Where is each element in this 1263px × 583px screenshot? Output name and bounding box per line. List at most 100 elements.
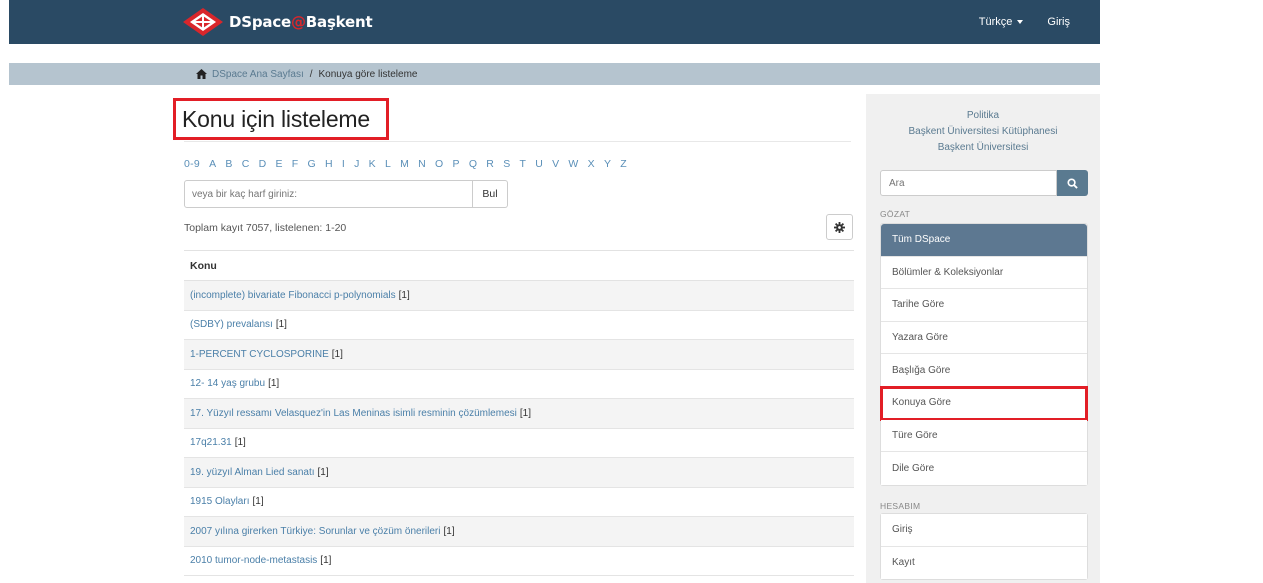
letter-link[interactable]: S (503, 158, 510, 170)
alphabet-filter: 0-9 A B C D E F G H I J K L M N O P Q R S T U V W X Y Z (184, 158, 627, 170)
letter-link[interactable]: Z (620, 158, 627, 170)
sidebar-search-button[interactable] (1057, 170, 1088, 196)
subject-link[interactable]: 1915 Olayları (190, 496, 249, 507)
page-title: Konu için listeleme (182, 105, 370, 132)
login-link[interactable]: Giriş (1047, 16, 1070, 28)
baskent-logo-icon (183, 8, 223, 36)
letter-link[interactable]: C (242, 158, 250, 170)
result-summary: Toplam kayıt 7057, listelenen: 1-20 (184, 222, 347, 234)
breadcrumb-bar: DSpace Ana Sayfası / Konuya göre listele… (9, 63, 1100, 85)
sidebar-search-input[interactable] (880, 170, 1057, 196)
subject-count: [1] (519, 407, 531, 419)
letter-link[interactable]: E (275, 158, 282, 170)
search-icon (1067, 177, 1078, 189)
subject-count: [1] (320, 555, 332, 567)
subject-search-form: Bul (184, 180, 508, 208)
letter-link[interactable]: 0-9 (184, 158, 200, 170)
subject-link[interactable]: 2010 tumor-node-metastasis (190, 555, 317, 566)
university-link[interactable]: Başkent Üniversitesi (866, 140, 1100, 156)
table-row: 2010 tumor-node-metastasis [1] (184, 547, 854, 576)
subject-count: [1] (317, 466, 329, 478)
subject-count: [1] (252, 496, 264, 508)
language-dropdown[interactable]: Türkçe (979, 16, 1024, 28)
subject-link[interactable]: 1-PERCENT CYCLOSPORINE (190, 349, 329, 360)
account-list: Giriş Kayıt (880, 513, 1088, 581)
account-item[interactable]: Giriş (881, 514, 1087, 547)
subject-link[interactable]: (incomplete) bivariate Fibonacci p-polyn… (190, 290, 396, 301)
subject-link[interactable]: 19. yüzyıl Alman Lied sanatı (190, 467, 315, 478)
brand-logo-link[interactable]: DSpace@Başkent (183, 7, 373, 37)
subject-count: [1] (398, 289, 410, 301)
letter-link[interactable]: G (308, 158, 316, 170)
caret-down-icon (1017, 20, 1024, 25)
subject-link[interactable]: 2007 yılına girerken Türkiye: Sorunlar v… (190, 526, 441, 537)
brand-at-sign: @ (290, 13, 306, 31)
letter-link[interactable]: H (325, 158, 333, 170)
table-row: 2007 yılına girerken Türkiye: Sorunlar v… (184, 517, 854, 547)
browse-item[interactable]: Bölümler & Koleksiyonlar (881, 256, 1087, 290)
browse-item[interactable]: Konuya Göre (880, 385, 1088, 421)
subject-table: Konu (incomplete) bivariate Fibonacci p-… (184, 250, 854, 576)
library-link[interactable]: Başkent Üniversitesi Kütüphanesi (866, 124, 1100, 140)
subject-link[interactable]: (SDBY) prevalansı (190, 319, 273, 330)
sidebar: Politika Başkent Üniversitesi Kütüphanes… (866, 94, 1100, 583)
subject-link[interactable]: 12- 14 yaş grubu (190, 378, 265, 389)
breadcrumb-current: Konuya göre listeleme (318, 68, 418, 80)
browse-item[interactable]: Tüm DSpace (881, 224, 1087, 257)
policy-block: Politika Başkent Üniversitesi Kütüphanes… (866, 108, 1100, 156)
letter-link[interactable]: A (209, 158, 216, 170)
letter-link[interactable]: V (552, 158, 559, 170)
table-row: 1-PERCENT CYCLOSPORINE [1] (184, 340, 854, 370)
letter-link[interactable]: L (385, 158, 391, 170)
breadcrumb-separator: / (309, 68, 313, 80)
letter-link[interactable]: X (588, 158, 595, 170)
page-title-highlight: Konu için listeleme (173, 98, 389, 140)
gear-icon (834, 221, 845, 233)
table-row: 12- 14 yaş grubu [1] (184, 370, 854, 399)
letter-link[interactable]: Y (604, 158, 611, 170)
letter-link[interactable]: N (418, 158, 426, 170)
table-row: 1915 Olayları [1] (184, 488, 854, 517)
subject-count: [1] (443, 525, 455, 537)
letter-link[interactable]: F (292, 158, 299, 170)
table-row: 17q21.31 [1] (184, 429, 854, 458)
settings-button[interactable] (826, 214, 853, 240)
browse-item[interactable]: Tarihe Göre (881, 289, 1087, 322)
letter-link[interactable]: W (568, 158, 578, 170)
browse-item[interactable]: Yazara Göre (881, 321, 1087, 355)
browse-item[interactable]: Türe Göre (881, 419, 1087, 453)
letter-link[interactable]: M (400, 158, 409, 170)
find-button[interactable]: Bul (473, 180, 508, 208)
letter-link[interactable]: I (342, 158, 345, 170)
brand-name: DSpace@Başkent (229, 13, 373, 31)
browse-item[interactable]: Başlığa Göre (881, 354, 1087, 387)
subject-link[interactable]: 17q21.31 (190, 437, 232, 448)
top-navbar: DSpace@Başkent Türkçe Giriş (9, 0, 1100, 44)
policy-link[interactable]: Politika (866, 108, 1100, 124)
browse-item[interactable]: Dile Göre (881, 452, 1087, 485)
letter-link[interactable]: U (535, 158, 543, 170)
breadcrumb-home-link[interactable]: DSpace Ana Sayfası (212, 69, 304, 80)
letter-link[interactable]: P (453, 158, 460, 170)
subject-count: [1] (268, 378, 280, 390)
table-row: 19. yüzyıl Alman Lied sanatı [1] (184, 458, 854, 488)
home-icon[interactable] (196, 69, 207, 79)
letter-link[interactable]: R (486, 158, 494, 170)
browse-list: Tüm DSpace Bölümler & Koleksiyonlar Tarihe… (880, 223, 1088, 486)
letter-link[interactable]: K (369, 158, 376, 170)
subject-link[interactable]: 17. Yüzyıl ressamı Velasquez'in Las Meni… (190, 408, 517, 419)
letter-link[interactable]: J (354, 158, 360, 170)
table-row: (SDBY) prevalansı [1] (184, 311, 854, 340)
letter-link[interactable]: Q (469, 158, 477, 170)
letter-link[interactable]: D (259, 158, 267, 170)
letter-link[interactable]: T (520, 158, 527, 170)
breadcrumb: DSpace Ana Sayfası / Konuya göre listele… (196, 63, 417, 85)
table-header: Konu (184, 250, 854, 281)
subject-count: [1] (234, 437, 246, 449)
table-row: (incomplete) bivariate Fibonacci p-polyn… (184, 281, 854, 311)
table-row: 17. Yüzyıl ressamı Velasquez'in Las Meni… (184, 399, 854, 429)
subject-search-input[interactable] (184, 180, 473, 208)
letter-link[interactable]: O (435, 158, 443, 170)
letter-link[interactable]: B (225, 158, 232, 170)
account-item[interactable]: Kayıt (881, 546, 1087, 580)
